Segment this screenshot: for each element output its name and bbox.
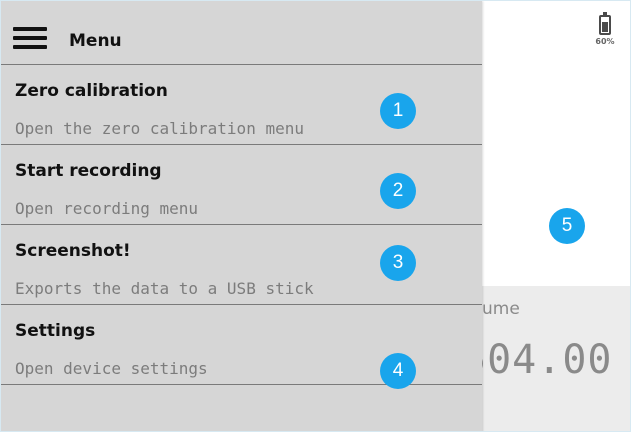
battery-fill bbox=[602, 22, 608, 32]
callout-badge-4: 4 bbox=[380, 353, 416, 389]
menu-item-screenshot[interactable]: Screenshot! Exports the data to a USB st… bbox=[1, 225, 482, 305]
menu-item-description: Open device settings bbox=[15, 359, 208, 378]
menu-item-start-recording[interactable]: Start recording Open recording menu 2 bbox=[1, 145, 482, 225]
callout-badge-1: 1 bbox=[380, 93, 416, 129]
battery-icon bbox=[599, 12, 611, 35]
battery-percent: 60% bbox=[595, 37, 615, 46]
callout-badge-2: 2 bbox=[380, 173, 416, 209]
hamburger-menu-icon[interactable] bbox=[13, 27, 47, 49]
battery-indicator: 60% bbox=[585, 12, 625, 46]
drawer-title: Menu bbox=[69, 31, 122, 51]
menu-item-title: Screenshot! bbox=[15, 241, 131, 261]
callout-badge-3: 3 bbox=[380, 245, 416, 281]
menu-item-zero-calibration[interactable]: Zero calibration Open the zero calibrati… bbox=[1, 65, 482, 145]
volume-label: ume bbox=[482, 299, 520, 319]
menu-item-title: Start recording bbox=[15, 161, 162, 181]
menu-item-title: Zero calibration bbox=[15, 81, 168, 101]
device-screen: 60% 504.00 ume 5 Menu Zero calibration O… bbox=[0, 0, 631, 432]
menu-item-title: Settings bbox=[15, 321, 96, 341]
menu-item-settings[interactable]: Settings Open device settings 4 bbox=[1, 305, 482, 389]
callout-badge-5: 5 bbox=[549, 208, 585, 244]
menu-item-description: Open recording menu bbox=[15, 199, 199, 218]
menu-drawer: Menu Zero calibration Open the zero cali… bbox=[1, 1, 482, 431]
menu-item-description: Exports the data to a USB stick bbox=[15, 279, 314, 298]
menu-item-description: Open the zero calibration menu bbox=[15, 119, 304, 138]
volume-value: 504.00 bbox=[462, 337, 613, 383]
drawer-header: Menu bbox=[1, 1, 482, 65]
